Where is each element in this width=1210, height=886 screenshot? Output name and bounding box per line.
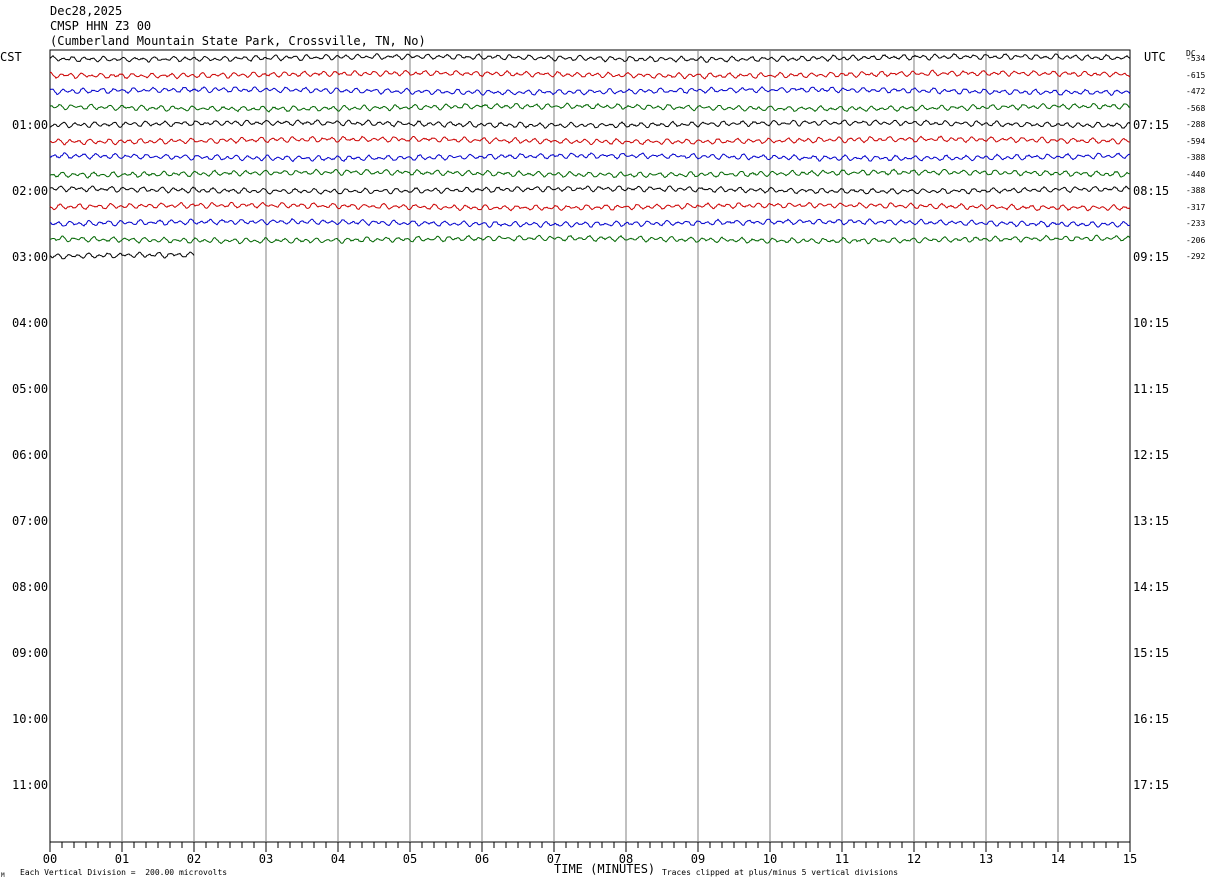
right-hour-label: 13:15: [1133, 514, 1170, 528]
x-tick-label: 06: [474, 852, 490, 866]
right-hour-label: 11:15: [1133, 382, 1170, 396]
corner-mark: M: [1, 872, 5, 879]
x-tick-label: 12: [906, 852, 922, 866]
dc-offset-value: -317: [1186, 202, 1206, 212]
plot-border: [49, 49, 1131, 843]
dc-offset-value: -388: [1186, 153, 1206, 162]
trace-line: [49, 152, 1131, 163]
trace-line: [49, 234, 1131, 245]
left-hour-label: 07:00: [12, 514, 49, 528]
trace-line: [49, 201, 1131, 212]
right-hour-label: 17:15: [1133, 778, 1170, 792]
right-hour-label: 10:15: [1133, 316, 1170, 330]
trace-line: [49, 53, 1131, 63]
trace-line: [49, 119, 1131, 129]
right-hour-label: 14:15: [1133, 580, 1170, 594]
trace-line: [49, 102, 1131, 113]
x-tick-label: 11: [834, 852, 850, 866]
trace-line: [49, 69, 1131, 80]
x-tick-label: 03: [258, 852, 274, 866]
trace-line: [49, 86, 1131, 96]
x-tick-label: 09: [690, 852, 706, 866]
seismic-traces: [49, 53, 1131, 260]
dc-offset-value: -472: [1186, 87, 1206, 96]
left-hour-label: 11:00: [12, 778, 49, 792]
right-hour-label: 07:15: [1133, 118, 1170, 132]
plot-grid: [49, 49, 1131, 843]
dc-offset-value: -534: [1186, 54, 1206, 63]
helicorder-plot: [49, 49, 1131, 852]
right-hour-label: 12:15: [1133, 448, 1170, 462]
left-hour-label: 05:00: [12, 382, 49, 396]
left-hour-label: 02:00: [12, 184, 49, 198]
trace-line: [49, 135, 1131, 146]
clip-note: Traces clipped at plus/minus 5 vertical …: [662, 868, 899, 877]
x-tick-label: 15: [1122, 852, 1138, 866]
x-tick-label: 04: [330, 852, 346, 866]
left-hour-label: 01:00: [12, 118, 49, 132]
dc-offset-value: -388: [1186, 186, 1206, 195]
x-tick-label: 01: [114, 852, 130, 866]
x-axis-label: TIME (MINUTES): [554, 862, 656, 876]
x-tick-label: 05: [402, 852, 418, 866]
x-tick-label: 14: [1050, 852, 1066, 866]
left-hour-label: 06:00: [12, 448, 49, 462]
left-hour-label: 10:00: [12, 712, 49, 726]
right-hour-label: 08:15: [1133, 184, 1170, 198]
dc-offset-value: -233: [1186, 219, 1206, 228]
left-hour-label: 03:00: [12, 250, 49, 264]
x-tick-label: 13: [978, 852, 994, 866]
x-axis-ticks: [49, 842, 1131, 852]
left-hour-label: 09:00: [12, 646, 49, 660]
dc-offset-value: -615: [1186, 70, 1206, 80]
right-hour-label: 16:15: [1133, 712, 1170, 726]
dc-offset-value: -568: [1186, 103, 1206, 113]
dc-offset-value: -440: [1186, 169, 1206, 179]
dc-offset-value: -292: [1186, 252, 1206, 261]
left-hour-label: 08:00: [12, 580, 49, 594]
dc-offset-value: -206: [1186, 235, 1206, 245]
x-tick-label: 00: [42, 852, 58, 866]
trace-line: [49, 168, 1131, 179]
dc-offset-value: -594: [1186, 136, 1206, 146]
trace-line: [49, 185, 1131, 195]
scale-note: Each Vertical Division = 200.00 microvol…: [20, 868, 228, 877]
right-hour-label: 09:15: [1133, 250, 1170, 264]
dc-offset-value: -288: [1186, 120, 1206, 129]
x-tick-label: 10: [762, 852, 778, 866]
trace-line: [49, 217, 1131, 228]
x-tick-label: 02: [186, 852, 202, 866]
left-hour-label: 04:00: [12, 316, 49, 330]
right-hour-label: 15:15: [1133, 646, 1170, 660]
